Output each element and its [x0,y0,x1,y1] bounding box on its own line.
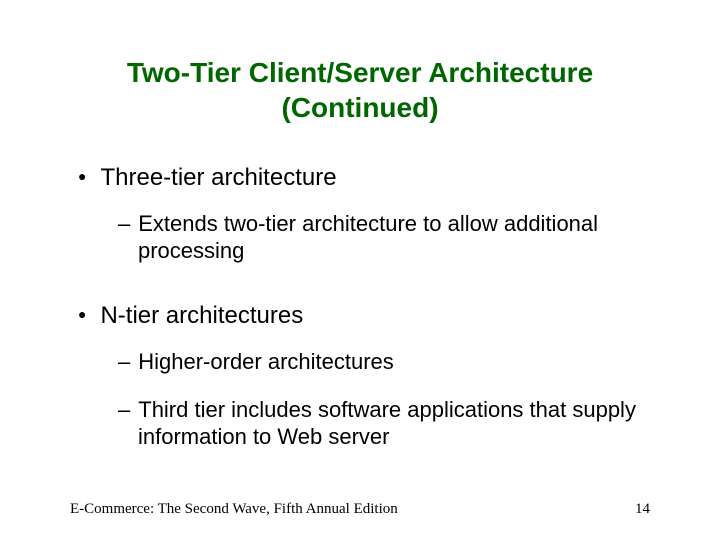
bullet-text: N-tier architectures [100,302,303,329]
bullet-level2: –Higher-order architectures [118,349,650,376]
bullet-dot-icon: ● [78,306,86,324]
page-number: 14 [635,501,650,518]
bullet-dash-icon: – [118,397,130,422]
bullet-level1: ● N-tier architectures [78,301,650,331]
bullet-text: Extends two-tier architecture to allow a… [138,211,598,263]
footer: E-Commerce: The Second Wave, Fifth Annua… [70,501,650,518]
spacer [70,287,650,301]
slide-title: Two-Tier Client/Server Architecture (Con… [70,55,650,125]
bullet-text: Higher-order architectures [138,349,394,374]
footer-left-text: E-Commerce: The Second Wave, Fifth Annua… [70,501,398,518]
bullet-level2: –Third tier includes software applicatio… [118,397,650,451]
bullet-dot-icon: ● [78,168,86,186]
bullet-dash-icon: – [118,211,130,236]
title-line-2: (Continued) [281,92,438,123]
bullet-level2: –Extends two-tier architecture to allow … [118,211,650,265]
bullet-level1: ● Three-tier architecture [78,163,650,193]
bullet-dash-icon: – [118,349,130,374]
title-line-1: Two-Tier Client/Server Architecture [127,57,593,88]
bullet-text: Three-tier architecture [100,164,336,191]
slide: Two-Tier Client/Server Architecture (Con… [0,0,720,540]
bullet-text: Third tier includes software application… [138,397,636,449]
